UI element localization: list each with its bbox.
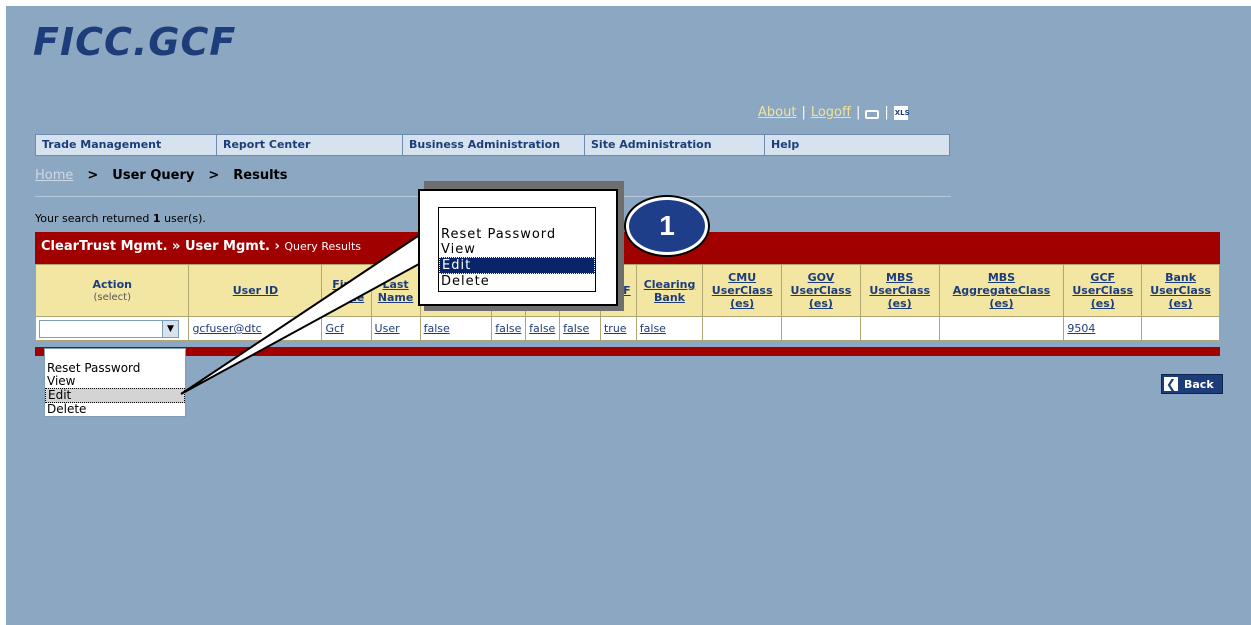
app-window: FICC.GCF About | Logoff | | XLS Trade Ma…: [6, 6, 1251, 625]
callout-pointer: [180, 234, 432, 395]
step-badge: 1: [626, 197, 708, 255]
callout-zoom: Reset Password View Edit Delete: [418, 189, 618, 306]
callout-option-delete: Delete: [441, 274, 490, 289]
callout-option-view: View: [441, 242, 476, 257]
callout-option-edit: Edit: [439, 257, 595, 274]
callout-option-reset-password: Reset Password: [441, 227, 557, 242]
